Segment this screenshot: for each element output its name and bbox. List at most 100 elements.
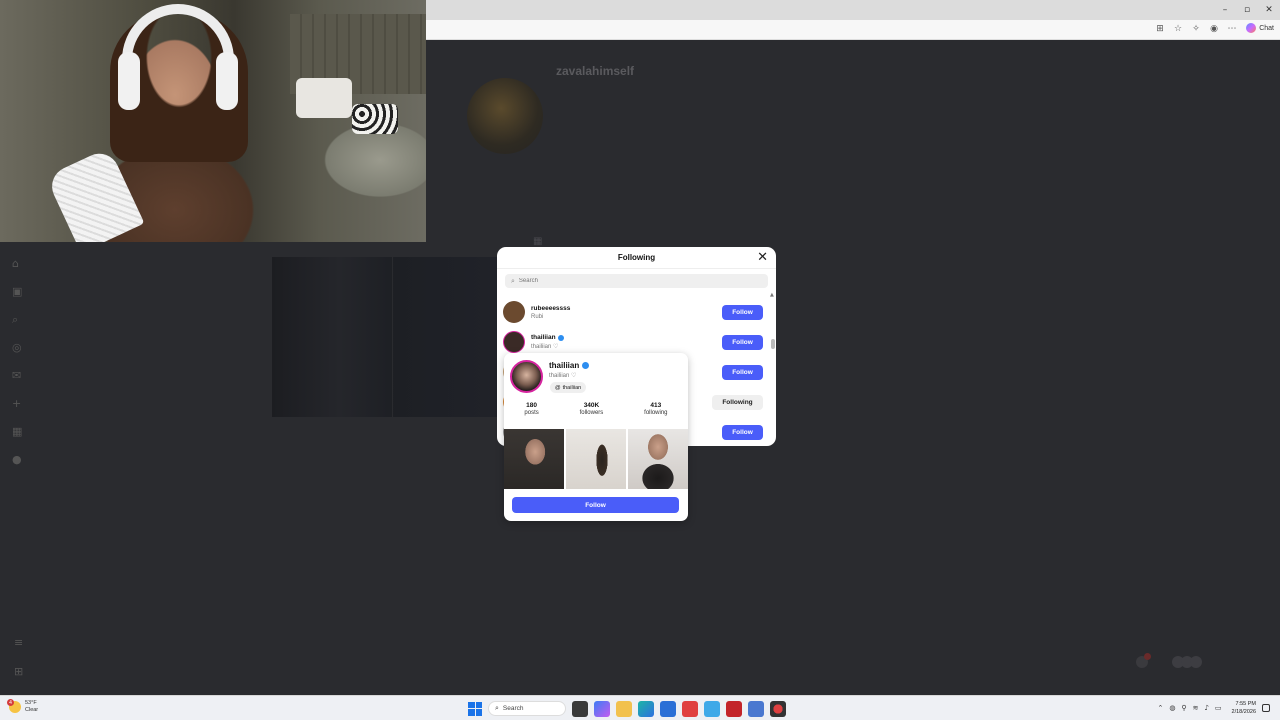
webcam-overlay: [0, 0, 426, 242]
verified-icon: [557, 334, 564, 341]
weather-widget[interactable]: 4 53°F Clear: [7, 699, 39, 714]
messages-pill[interactable]: [1136, 653, 1202, 668]
profile-avatar: [467, 78, 543, 154]
row-username[interactable]: thailiian: [531, 334, 556, 341]
restore-icon[interactable]: ▫: [1236, 0, 1258, 20]
follow-button[interactable]: Follow: [722, 364, 763, 380]
leopard-pillow: [352, 104, 398, 134]
profile-icon[interactable]: ◉: [1208, 23, 1220, 35]
threads-badge[interactable]: @ thailiian: [550, 382, 587, 393]
battery-icon[interactable]: ▭: [1215, 704, 1222, 712]
follow-button[interactable]: Follow: [722, 424, 763, 440]
taskbar-apps: ⌕ Search: [468, 699, 786, 718]
search-input[interactable]: [518, 278, 749, 284]
minimize-icon[interactable]: –: [1214, 0, 1236, 20]
avatar[interactable]: [503, 301, 525, 323]
tray-chevron-icon[interactable]: ⌃: [1157, 704, 1163, 712]
app-icon[interactable]: [704, 700, 720, 717]
microphone-icon[interactable]: ⚲: [1181, 704, 1186, 712]
posts-grid-icon[interactable]: ▦: [533, 236, 543, 247]
threads-label: thailiian: [562, 384, 582, 391]
mail-icon[interactable]: [748, 700, 764, 717]
messages-icon: [1136, 653, 1151, 668]
close-icon[interactable]: ✕: [757, 250, 768, 265]
more-menu-icon[interactable]: ⋯: [1226, 23, 1238, 35]
favorite-star-icon[interactable]: ☆: [1172, 23, 1184, 35]
notification-badge: [1144, 653, 1151, 660]
reels-icon[interactable]: ▣: [12, 286, 26, 297]
hover-card-avatar[interactable]: [510, 360, 543, 393]
stat-posts: 180 posts: [524, 402, 538, 416]
app-icon[interactable]: [682, 700, 698, 717]
stat-label: following: [644, 410, 668, 416]
clock[interactable]: 7:55 PM 2/18/2026: [1232, 700, 1256, 716]
file-explorer-icon[interactable]: [616, 700, 632, 717]
post-thumbnail[interactable]: [628, 429, 688, 489]
search-icon[interactable]: ⌕: [12, 314, 26, 325]
following-row[interactable]: rubeeeessss Rubi Follow: [503, 299, 763, 325]
stat-followers: 340K followers: [580, 402, 604, 416]
edge-icon[interactable]: [638, 700, 654, 717]
profile-hover-card: thailiian thailiian ♡ @ thailiian 180 po…: [504, 353, 688, 521]
hover-card-follow-button[interactable]: Follow: [512, 497, 679, 513]
network-icon[interactable]: ◍: [1169, 704, 1175, 712]
volume-icon[interactable]: ♪: [1204, 704, 1208, 712]
notification-icon[interactable]: [1262, 704, 1270, 712]
meta-icon[interactable]: ⊞: [14, 665, 23, 678]
profile-post-grid: [272, 257, 498, 417]
threads-icon: @: [555, 384, 561, 391]
hover-card-stats: 180 posts 340K followers 413 following: [504, 402, 688, 416]
task-view-icon[interactable]: [572, 700, 588, 717]
copilot-icon: [1246, 23, 1257, 33]
hover-card-username[interactable]: thailiian: [549, 361, 579, 370]
copilot-app-icon[interactable]: [594, 700, 610, 717]
verified-icon: [582, 362, 590, 369]
weather-condition: Clear: [25, 707, 39, 713]
follow-button[interactable]: Follow: [722, 334, 763, 350]
search-icon: ⌕: [511, 276, 515, 285]
mcafee-icon[interactable]: [726, 700, 742, 717]
dashboard-icon[interactable]: ▦: [12, 426, 26, 437]
modal-title: Following: [617, 253, 656, 262]
close-window-icon[interactable]: ✕: [1258, 0, 1280, 20]
row-username[interactable]: rubeeeessss: [531, 305, 570, 312]
following-button[interactable]: Following: [712, 394, 763, 410]
headphone-right: [216, 52, 238, 110]
hover-card-username-row: thailiian: [549, 361, 590, 370]
follow-button[interactable]: Follow: [722, 304, 763, 320]
scrollbar-thumb[interactable]: [771, 339, 775, 349]
hover-card-fullname: thailiian ♡: [549, 373, 577, 379]
messages-icon[interactable]: ✉: [12, 370, 26, 381]
modal-scrollbar[interactable]: ▲: [770, 292, 775, 442]
sidebar-nav: ⌂ ▣ ⌕ ◎ ✉ + ▦ ●: [12, 258, 26, 465]
menu-icon[interactable]: ≡: [14, 636, 23, 649]
threads-icon[interactable]: ●: [12, 454, 26, 465]
following-row[interactable]: thailiian thailiian ♡ Follow: [503, 329, 763, 355]
window-controls: – ▫ ✕: [1214, 0, 1280, 20]
create-icon[interactable]: +: [12, 398, 26, 409]
home-icon[interactable]: ⌂: [12, 258, 26, 269]
scroll-up-icon[interactable]: ▲: [770, 292, 774, 298]
explore-icon[interactable]: ◎: [12, 342, 26, 353]
post-thumbnail[interactable]: [566, 429, 626, 489]
row-name: Rubi: [531, 313, 544, 320]
wifi-icon[interactable]: ≋: [1193, 704, 1199, 712]
post-thumbnail[interactable]: [504, 429, 564, 489]
search-field[interactable]: ⌕: [505, 274, 768, 288]
avatar[interactable]: [503, 331, 525, 353]
windows-taskbar: 4 53°F Clear ⌕ Search ⌃ ◍ ⚲ ≋ ♪ ▭ 7:55 P…: [0, 695, 1280, 720]
stat-value: 340K: [583, 402, 600, 409]
app-icon[interactable]: [770, 700, 786, 717]
collections-icon[interactable]: ✧: [1190, 23, 1202, 35]
taskbar-search[interactable]: ⌕ Search: [488, 701, 566, 716]
apps-icon[interactable]: ⊞: [1154, 23, 1166, 35]
store-icon[interactable]: [660, 700, 676, 717]
system-tray: ⌃ ◍ ⚲ ≋ ♪ ▭ 7:55 PM 2/18/2026: [1157, 698, 1270, 718]
copilot-chat-button[interactable]: Chat: [1246, 23, 1274, 33]
time: 7:55 PM: [1235, 701, 1256, 707]
start-icon[interactable]: [468, 701, 482, 716]
date: 2/18/2026: [1231, 709, 1256, 715]
modal-divider: [497, 268, 776, 269]
weather-icon: 4: [7, 699, 21, 713]
temperature: 53°F: [25, 700, 37, 706]
